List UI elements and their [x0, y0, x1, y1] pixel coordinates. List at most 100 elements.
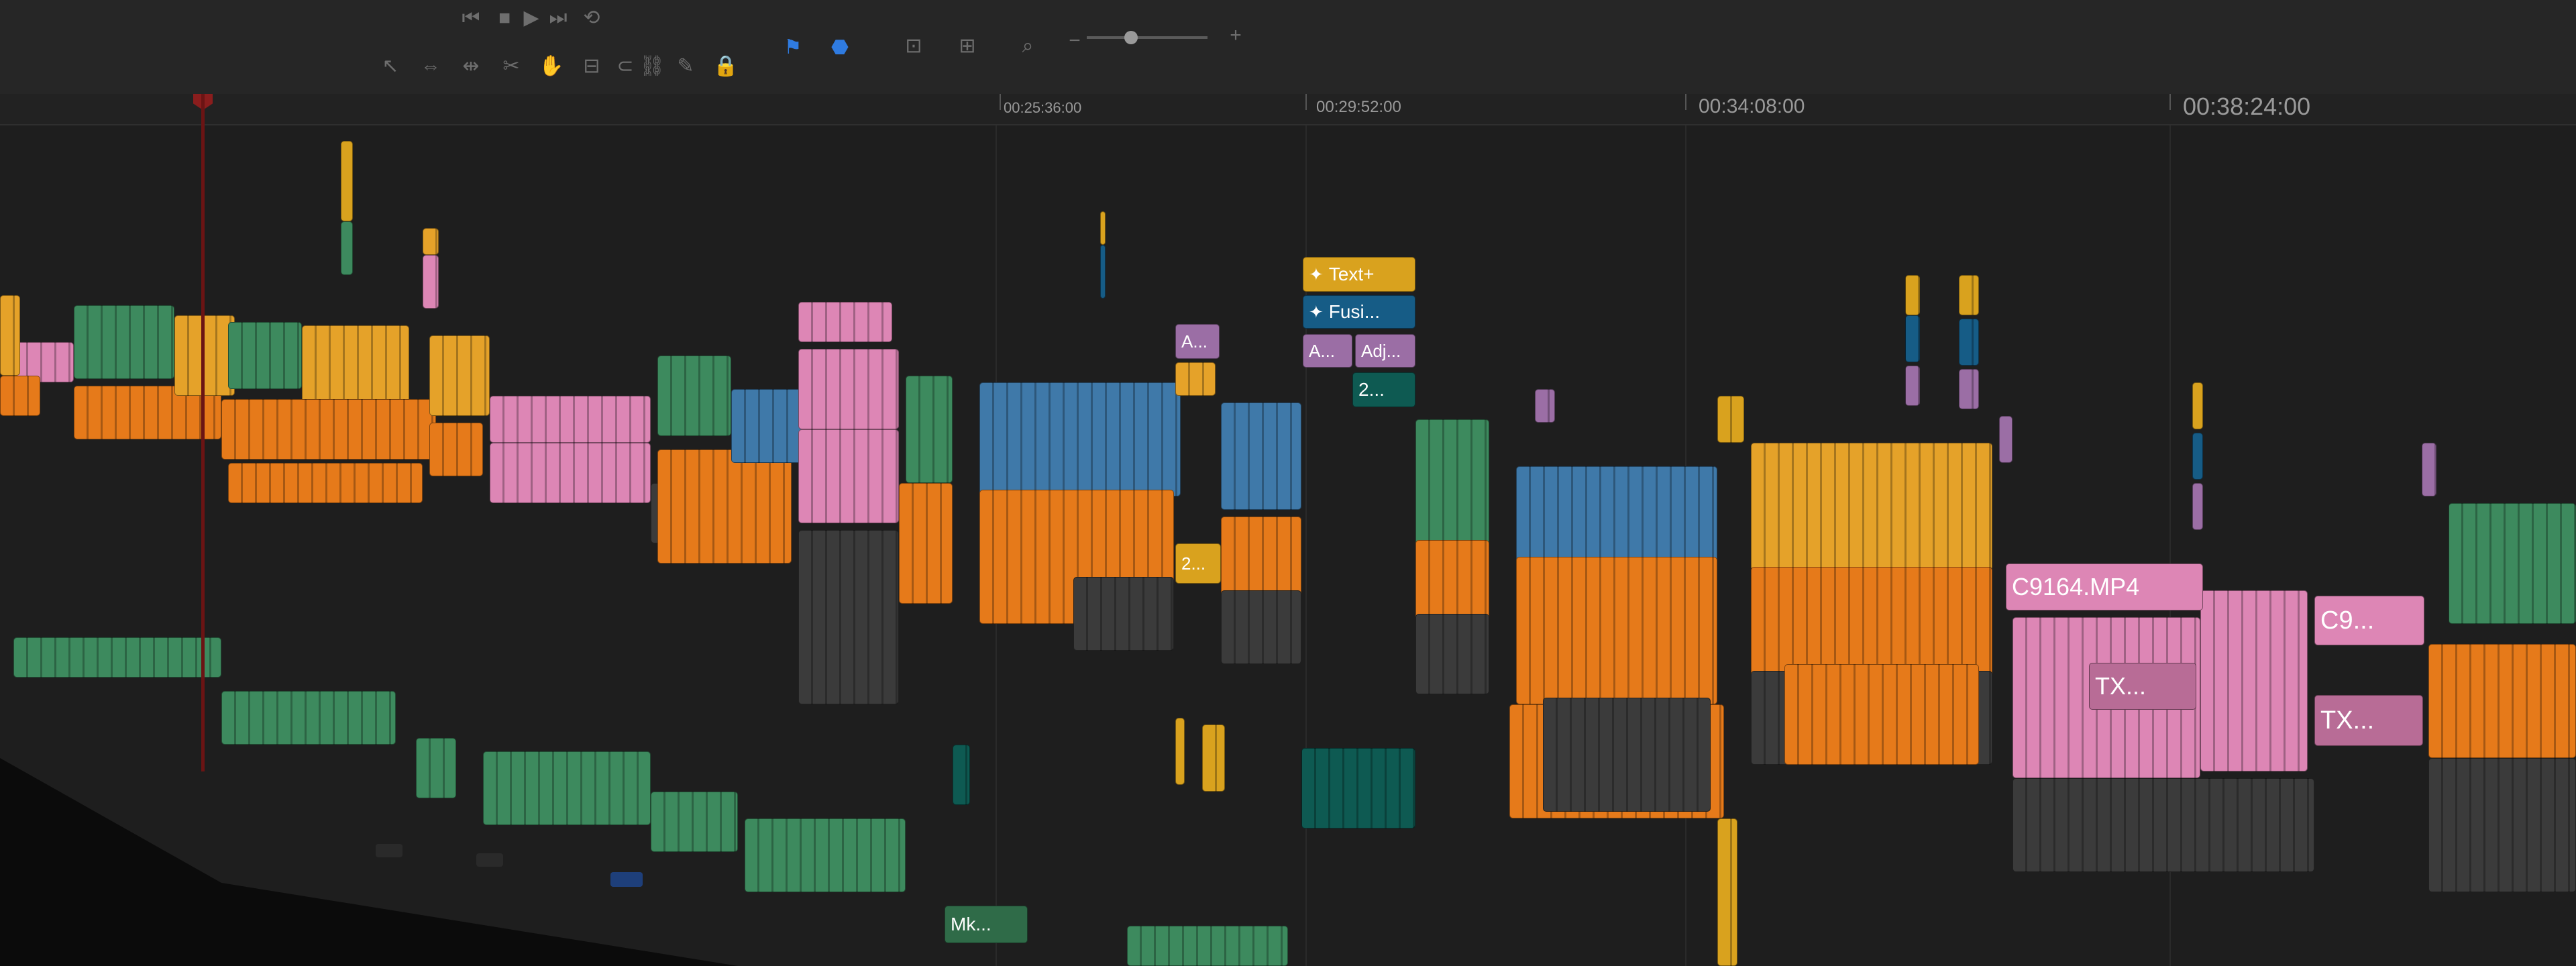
timeline-clip[interactable]	[1127, 926, 1288, 966]
timeline-clip[interactable]	[798, 349, 899, 429]
timeline-clip[interactable]	[1959, 369, 1979, 409]
dynamic-trim-icon[interactable]: ⇹	[456, 54, 486, 79]
timeline-clip[interactable]	[1516, 466, 1717, 567]
timeline-clip[interactable]	[2192, 382, 2203, 429]
timeline-clip[interactable]	[1717, 396, 1744, 443]
timeline-clip[interactable]	[13, 637, 221, 678]
trim-icon[interactable]: ⇔	[416, 54, 445, 79]
timeline-clip[interactable]	[490, 443, 651, 503]
timeline-clip[interactable]	[2422, 443, 2436, 496]
timeline-clip[interactable]	[1535, 389, 1555, 423]
timeline-clip[interactable]	[899, 483, 953, 604]
lock-icon[interactable]: 🔒	[711, 54, 741, 79]
timeline-clip[interactable]	[731, 389, 805, 463]
timeline-clip[interactable]	[1100, 245, 1106, 299]
timeline-clip[interactable]	[429, 423, 483, 476]
adjustment-clip[interactable]: Adj...	[1355, 334, 1415, 368]
zoom-fit-icon[interactable]: ⊡	[899, 34, 928, 59]
timeline-clip[interactable]	[2428, 644, 2576, 758]
timeline-clip[interactable]	[657, 449, 792, 564]
timeline-clip[interactable]	[2449, 503, 2576, 624]
timeline-clip[interactable]	[1905, 275, 1920, 315]
timeline-clip[interactable]	[798, 302, 892, 342]
pointer-icon[interactable]: ↖	[376, 54, 405, 79]
zoom-in-icon[interactable]: +	[1221, 23, 1250, 48]
text-plus-clip[interactable]: ✦ Text+	[1303, 257, 1415, 292]
tx-clip-2[interactable]: TX...	[2314, 695, 2423, 746]
purple-clip-a[interactable]: A...	[1175, 324, 1220, 359]
timeline-clip[interactable]	[1751, 443, 1992, 570]
adjustment-clip-a[interactable]: A...	[1303, 334, 1352, 368]
timeline-clip[interactable]	[1175, 718, 1185, 785]
timeline-clip[interactable]	[429, 335, 490, 416]
edit-page-icon[interactable]	[610, 872, 643, 887]
timeline-clip[interactable]	[416, 738, 456, 798]
hand-icon[interactable]: ✋	[537, 54, 566, 79]
timeline-clip[interactable]	[953, 745, 970, 805]
timeline-clip[interactable]	[798, 429, 899, 523]
pencil-icon[interactable]: ✎	[671, 54, 700, 79]
timeline-clip[interactable]	[1202, 724, 1225, 792]
timeline-clip[interactable]	[0, 295, 20, 376]
zoom-slider-handle[interactable]	[1124, 31, 1138, 44]
timeline-clip[interactable]	[1415, 614, 1489, 694]
timeline-clip[interactable]	[1784, 664, 1979, 765]
timeline-clip[interactable]	[490, 396, 651, 443]
timeline-clip[interactable]	[2200, 590, 2308, 771]
timeline-clip[interactable]	[1959, 319, 1979, 366]
timeline-clip[interactable]	[2192, 433, 2203, 480]
timeline-clip[interactable]	[302, 325, 409, 406]
tx-clip-1[interactable]: TX...	[2089, 663, 2196, 710]
media-page-icon[interactable]	[376, 844, 402, 857]
timeline-clip[interactable]	[341, 141, 353, 221]
timeline-clip[interactable]	[1999, 416, 2012, 463]
blade-icon[interactable]: ✂	[496, 54, 526, 79]
timeline-clip[interactable]	[745, 818, 906, 892]
playhead[interactable]	[201, 94, 205, 771]
timeline-clip[interactable]	[1543, 698, 1711, 812]
play-icon[interactable]: ▶	[517, 5, 546, 31]
timeline-clip[interactable]	[0, 376, 40, 416]
timeline-clip[interactable]	[1415, 540, 1489, 621]
timeline-clip[interactable]	[1959, 275, 1979, 315]
zoom-custom-icon[interactable]: ⌕	[1013, 34, 1042, 59]
timeline-clip[interactable]	[1905, 366, 1920, 406]
timeline-clip[interactable]	[1301, 748, 1415, 828]
loop-icon[interactable]: ⟲	[577, 5, 606, 31]
timeline-clip[interactable]	[798, 530, 899, 704]
timeline-clip[interactable]	[1073, 577, 1174, 651]
timeline-clip[interactable]	[1221, 517, 1301, 597]
timeline-clip[interactable]	[906, 376, 953, 483]
timeline-clip[interactable]	[1100, 211, 1106, 245]
timecode-ruler[interactable]: 00:25:36:00 00:29:52:00 00:34:08:00 00:3…	[0, 93, 2576, 125]
timeline-clip[interactable]	[74, 305, 174, 379]
zoom-detail-icon[interactable]: ⊞	[953, 34, 982, 59]
flag-icon[interactable]: ⚑	[778, 35, 808, 60]
magnet-icon[interactable]: ⊂	[610, 54, 640, 79]
timeline-clip[interactable]	[423, 255, 439, 309]
snap-icon[interactable]: ⊟	[577, 54, 606, 79]
timeline-clip[interactable]	[1905, 315, 1920, 362]
timeline-clip[interactable]	[483, 751, 651, 825]
zoom-slider[interactable]	[1087, 36, 1208, 39]
mk-audio-clip[interactable]: Mk...	[945, 906, 1028, 943]
timeline-clip[interactable]	[1717, 818, 1737, 966]
timeline-clip[interactable]	[1221, 590, 1301, 664]
c9164-clip[interactable]: C9164.MP4	[2006, 564, 2203, 610]
timeline-clip[interactable]	[1751, 567, 1992, 678]
cut-page-icon[interactable]	[476, 853, 503, 867]
skip-back-icon[interactable]: ⏮	[456, 5, 486, 31]
c9-clip[interactable]: C9...	[2314, 596, 2424, 645]
fusion-clip[interactable]: ✦ Fusi...	[1303, 295, 1415, 329]
timeline-clip[interactable]	[174, 315, 235, 396]
timeline-clip[interactable]	[2012, 778, 2314, 872]
timeline-clip[interactable]	[423, 228, 439, 255]
link-icon[interactable]: ⛓	[637, 54, 667, 79]
timeline-clip[interactable]	[1516, 557, 1717, 704]
timeline-clip[interactable]	[1415, 419, 1489, 547]
timeline-clip[interactable]	[341, 221, 353, 275]
marker-icon[interactable]: ⬣	[825, 35, 855, 60]
timeline-clip[interactable]	[2428, 758, 2576, 892]
zoom-out-icon[interactable]: −	[1060, 28, 1089, 54]
yellow-clip-2[interactable]: 2...	[1175, 543, 1221, 584]
